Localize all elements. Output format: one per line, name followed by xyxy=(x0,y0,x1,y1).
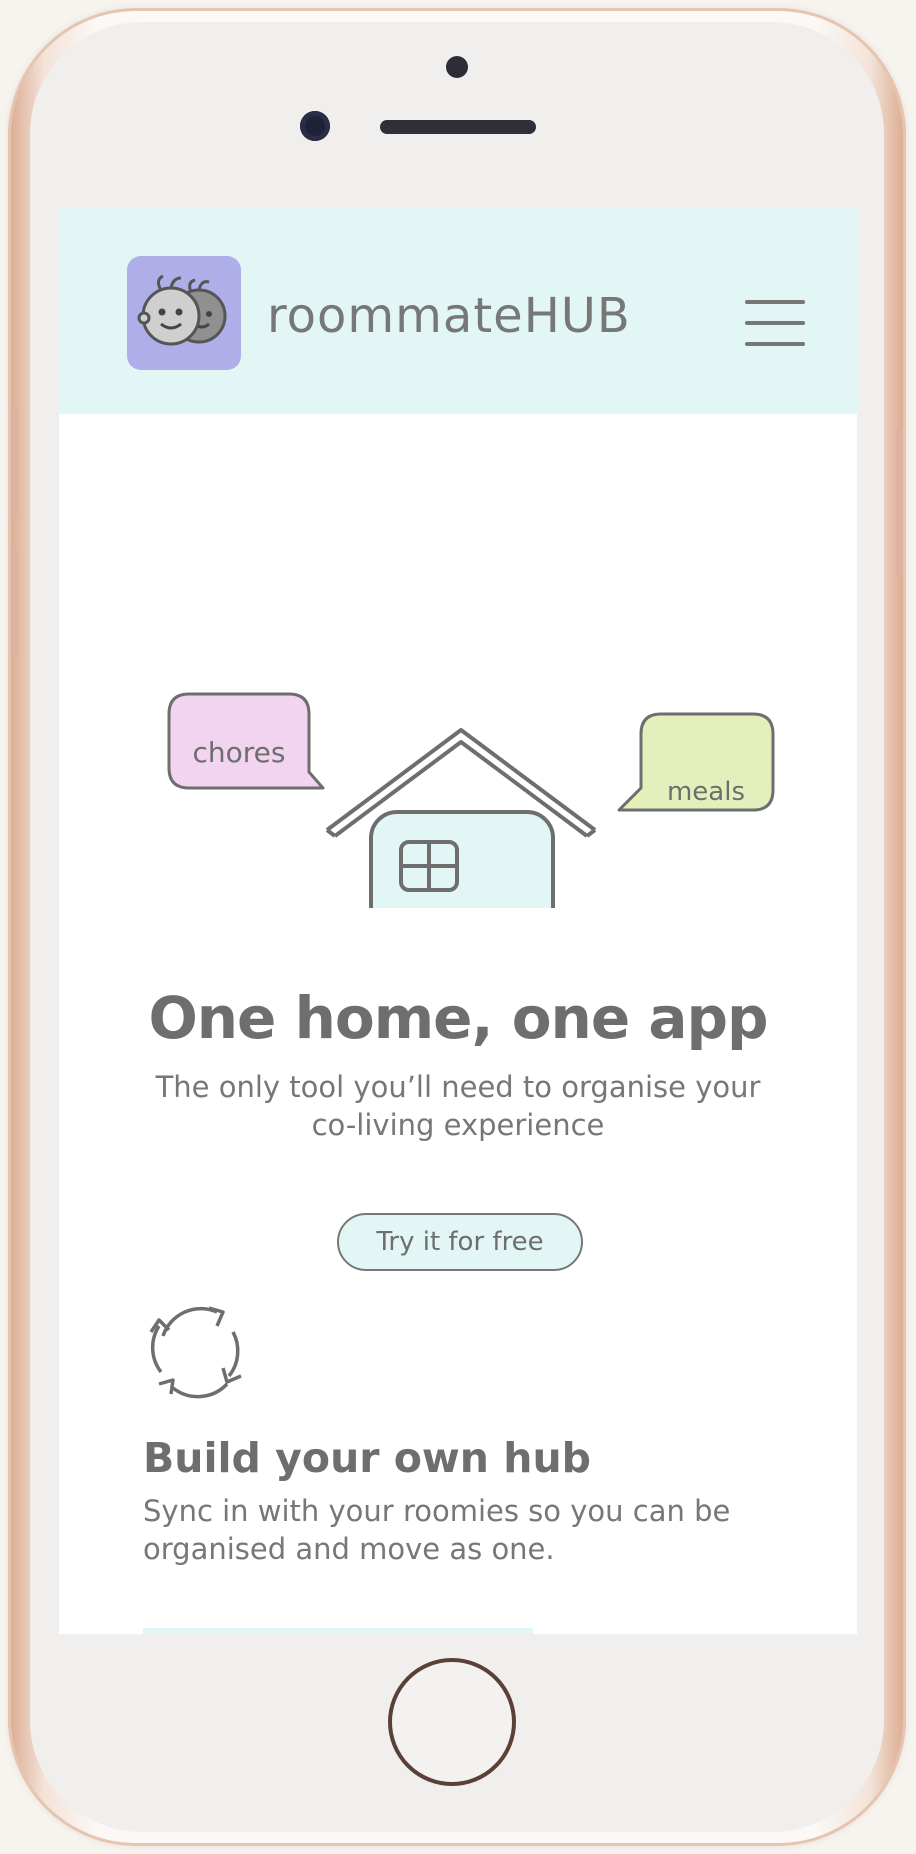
feature-title: Build your own hub xyxy=(143,1434,591,1482)
volume-down-button xyxy=(12,548,18,658)
brand-name: roommateHUB xyxy=(267,288,631,344)
sync-icon xyxy=(149,1306,242,1399)
roommates-logo-icon[interactable] xyxy=(127,256,241,370)
page-title: One home, one app xyxy=(148,984,768,1052)
chores-bubble[interactable]: chores xyxy=(167,692,325,790)
volume-up-button xyxy=(12,408,18,518)
feature-description: Sync in with your roomies so you can be … xyxy=(143,1494,731,1566)
front-camera xyxy=(300,111,330,141)
earpiece-speaker xyxy=(380,120,536,134)
hamburger-menu-icon[interactable] xyxy=(745,300,805,346)
next-section-peek xyxy=(143,1628,533,1634)
house-body xyxy=(369,810,555,908)
try-free-button[interactable]: Try it for free xyxy=(337,1213,583,1271)
meals-label: meals xyxy=(667,777,745,807)
home-button[interactable] xyxy=(388,1658,516,1786)
chores-label: chores xyxy=(193,736,286,769)
page-subtitle: The only tool you’ll need to organise yo… xyxy=(155,1070,761,1142)
power-button xyxy=(896,428,902,578)
phone-screen: roommateHUB chores meals One home, one a… xyxy=(59,208,857,1634)
proximity-sensor xyxy=(446,56,468,78)
hero-illustration: chores meals budget calendar xyxy=(167,692,775,908)
meals-bubble[interactable]: meals xyxy=(617,712,775,812)
app-header: roommateHUB xyxy=(59,208,857,414)
